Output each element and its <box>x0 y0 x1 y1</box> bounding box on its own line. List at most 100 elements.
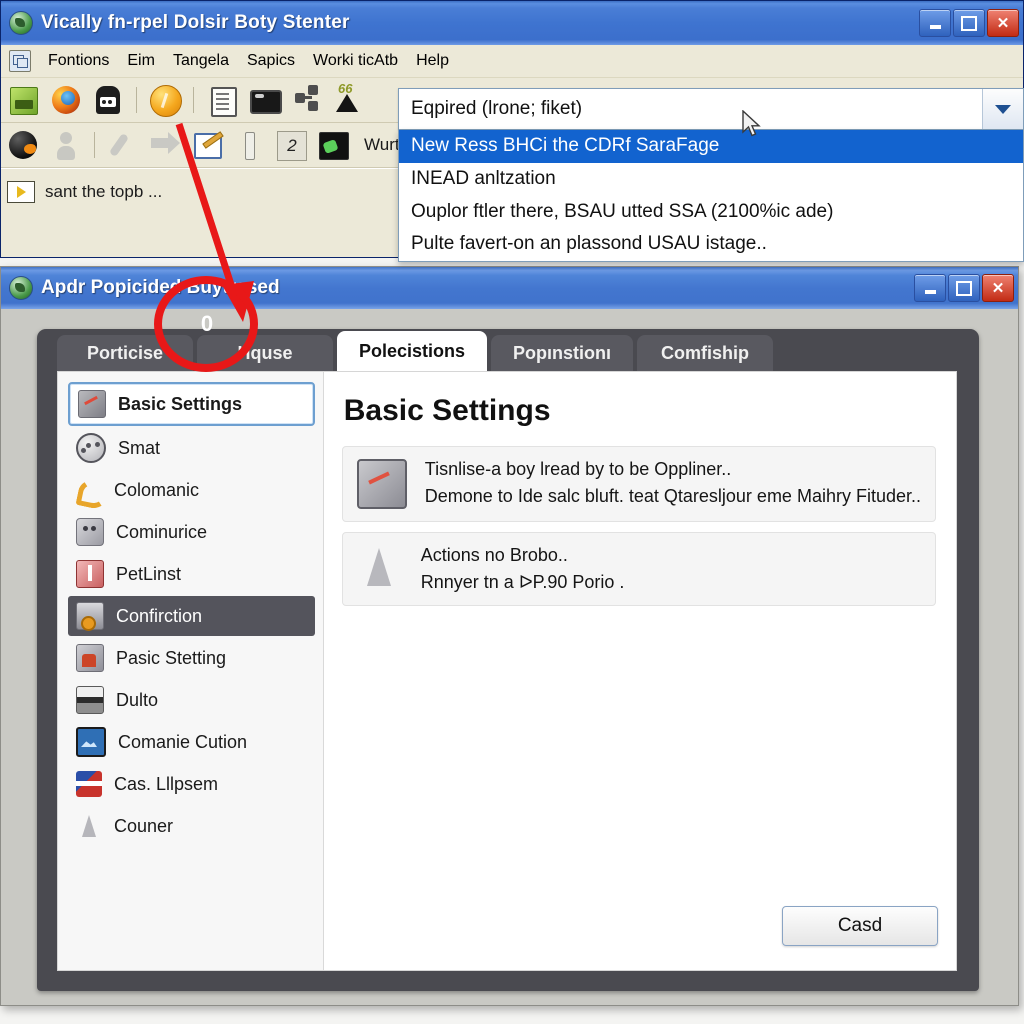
sidebar-item-label: Confirction <box>116 605 203 626</box>
back-window-titlebar: Vically fn-rpel Dolsir Boty Stenter ✕ <box>1 1 1023 45</box>
card-text-block: Tisnlise-a boy lread by to be Oppliner..… <box>425 459 921 507</box>
sidebar-item-label: Smat <box>118 437 161 458</box>
flag-icon <box>76 771 102 797</box>
triangle-upload-icon[interactable]: 66 <box>329 81 367 118</box>
card-line-1: Actions no Brobo.. <box>420 545 568 565</box>
sidebar-item-label: Pasic Stetting <box>116 647 227 668</box>
edit-pencil-icon[interactable] <box>188 127 226 163</box>
image-icon <box>76 727 106 757</box>
chevron-down-icon[interactable] <box>982 89 1023 129</box>
card-line-2: Demone to Ide salc bluft. teat Qtaresljo… <box>424 486 921 506</box>
casd-button[interactable]: Casd <box>782 906 938 946</box>
dialog-inner-frame: Porticise Hquse Polecistions Popınstionı… <box>37 329 979 991</box>
dialog-close-button[interactable]: ✕ <box>982 274 1014 302</box>
sidebar-item-colomanic[interactable]: Colomanic <box>68 470 315 510</box>
sidebar-item-smat[interactable]: Smat <box>68 428 315 468</box>
status-text: sant the topb ... <box>45 182 163 201</box>
sidebar-item-label: PetLinst <box>116 563 182 584</box>
menu-item-sapics[interactable]: Sapics <box>238 49 304 73</box>
menu-item-fontions[interactable]: Fontions <box>39 49 118 73</box>
printer-icon <box>76 686 104 714</box>
sidebar-item-cominurice[interactable]: Cominurice <box>68 512 315 552</box>
toolbar-separator <box>94 132 95 158</box>
settings-card-1[interactable]: Tisnlise-a boy lread by to be Oppliner..… <box>341 446 936 522</box>
dropdown-option-3[interactable]: Pulte favert-on an plassond USAU istage.… <box>399 228 1023 261</box>
sidebar-item-dulto[interactable]: Dulto <box>68 680 315 720</box>
sidebar-item-label: Basic Settings <box>118 393 243 414</box>
cone-icon <box>357 545 403 591</box>
tab-polecistions[interactable]: Polecistions <box>337 331 488 371</box>
card-text-block: Actions no Brobo.. Rnnyer tn a ᐅP.90 Por… <box>421 545 625 593</box>
bar-icon[interactable] <box>230 127 268 163</box>
screen-icon[interactable] <box>245 82 283 118</box>
settings-sidebar: Basic Settings Smat Colomanic Cominurice… <box>58 372 324 970</box>
wrench-icon[interactable] <box>104 127 142 163</box>
tab-porticise[interactable]: Porticise <box>57 335 193 371</box>
ball-icon <box>76 433 106 463</box>
menu-item-eim[interactable]: Eim <box>118 49 164 73</box>
share-node-icon[interactable] <box>287 82 325 118</box>
orange-ball-icon[interactable] <box>146 82 184 118</box>
gear-icon <box>76 602 104 631</box>
sidebar-item-couner[interactable]: Couner <box>68 806 315 846</box>
tools-icon <box>76 644 104 672</box>
dropdown-combobox[interactable]: Eqpired (lrone; fiket) New Ress BHCi the… <box>398 88 1024 262</box>
dialog-footer: Casd <box>782 906 938 946</box>
sidebar-item-basic-settings[interactable]: Basic Settings <box>68 382 315 426</box>
front-window-title: Apdr Popicided Buytrased <box>41 277 280 298</box>
number-2-icon[interactable]: 2 <box>272 127 310 163</box>
menu-item-tangela[interactable]: Tangela <box>164 49 238 73</box>
toolbar-row-2-label: Wurt <box>364 135 400 154</box>
combobox-selected-value: Eqpired (lrone; fiket) <box>411 98 583 119</box>
sidebar-item-label: Comanie Cution <box>118 731 248 752</box>
sidebar-item-petlinst[interactable]: PetLinst <box>68 554 315 594</box>
play-arrow-icon[interactable] <box>7 181 35 203</box>
dialog-maximize-button[interactable] <box>948 274 980 302</box>
sidebar-item-comanie-cution[interactable]: Comanie Cution <box>68 722 315 762</box>
tab-popinstioni[interactable]: Popınstionı <box>491 335 634 371</box>
maximize-button[interactable] <box>953 9 985 37</box>
dialog-minimize-button[interactable] <box>914 274 946 302</box>
settings-card-2[interactable]: Actions no Brobo.. Rnnyer tn a ᐅP.90 Por… <box>341 532 936 606</box>
tab-comfiship[interactable]: Comfiship <box>637 335 774 371</box>
dropdown-option-0[interactable]: New Ress BHCi the CDRf SaraFage <box>399 130 1023 163</box>
black-ball-icon[interactable] <box>5 127 43 163</box>
close-button[interactable]: ✕ <box>987 9 1019 37</box>
menu-item-worki-ticatb[interactable]: Worki ticAtb <box>304 49 407 73</box>
face-icon <box>76 518 104 546</box>
green-install-icon[interactable] <box>5 82 43 118</box>
menu-item-help[interactable]: Help <box>407 49 458 73</box>
cone-icon <box>76 813 102 839</box>
combobox-field[interactable]: Eqpired (lrone; fiket) <box>398 88 1024 130</box>
minimize-button[interactable] <box>919 9 951 37</box>
card-line-1: Tisnlise-a boy lread by to be Oppliner.. <box>424 459 732 479</box>
person-icon[interactable] <box>47 127 85 163</box>
dropdown-option-2[interactable]: Ouplor ftler there, BSAU utted SSA (2100… <box>399 196 1023 229</box>
document-icon[interactable] <box>203 82 241 118</box>
back-window-title: Vically fn-rpel Dolsir Boty Stenter <box>41 12 350 33</box>
firefox-browser-icon[interactable] <box>47 82 85 118</box>
dropdown-option-1[interactable]: INEAD anltzation <box>399 163 1023 196</box>
phone-icon <box>76 477 102 503</box>
arrow-right-icon[interactable] <box>146 127 184 163</box>
app-logo-icon <box>9 11 33 35</box>
sidebar-item-pasic-stetting[interactable]: Pasic Stetting <box>68 638 315 678</box>
sidebar-item-cas-lllpsem[interactable]: Cas. Lllpsem <box>68 764 315 804</box>
dialog-window: Apdr Popicided Buytrased ✕ Porticise Hqu… <box>0 266 1019 1006</box>
sidebar-item-label: Cominurice <box>116 521 208 542</box>
toolbar-separator <box>136 87 137 113</box>
sidebar-item-label: Dulto <box>116 689 159 710</box>
robot-icon[interactable] <box>89 82 127 118</box>
system-menu-icon[interactable] <box>9 50 31 72</box>
toolbar-separator <box>193 87 194 113</box>
dark-green-icon[interactable] <box>314 127 352 163</box>
menu-bar: Fontions Eim Tangela Sapics Worki ticAtb… <box>1 45 1023 78</box>
tab-hquse[interactable]: Hquse <box>197 335 333 371</box>
red-book-icon <box>76 560 104 588</box>
dropdown-options-list[interactable]: New Ress BHCi the CDRf SaraFage INEAD an… <box>398 130 1024 262</box>
settings-content: Basic Settings Tisnlise-a boy lread by t… <box>323 372 956 970</box>
card-line-2: Rnnyer tn a ᐅP.90 Porio . <box>420 572 625 592</box>
sidebar-item-confirction[interactable]: Confirction <box>68 596 315 636</box>
sidebar-item-label: Cas. Lllpsem <box>114 773 219 794</box>
front-window-titlebar: Apdr Popicided Buytrased ✕ <box>1 267 1018 309</box>
